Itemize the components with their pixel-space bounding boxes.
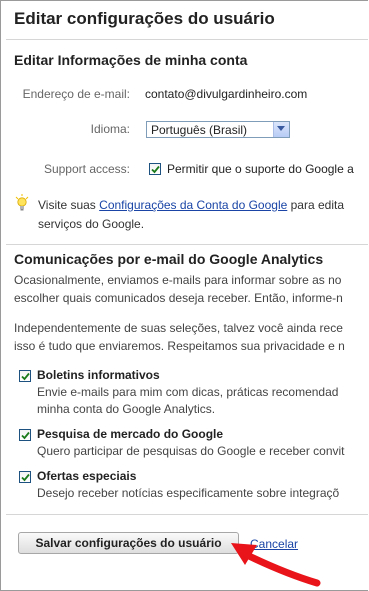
google-account-settings-link[interactable]: Configurações da Conta do Google xyxy=(99,198,287,212)
checkmark-icon xyxy=(21,473,30,482)
checkmark-icon xyxy=(21,372,30,381)
support-access-checkbox[interactable] xyxy=(149,163,161,175)
privacy-paragraph-line-1: Independentemente de suas seleções, talv… xyxy=(14,321,343,335)
newsletter-option-title: Boletins informativos xyxy=(37,368,160,382)
actions-divider xyxy=(6,514,368,515)
email-section-title: Comunicações por e-mail do Google Analyt… xyxy=(14,251,324,267)
newsletter-checkbox[interactable] xyxy=(19,370,31,382)
market-research-checkbox[interactable] xyxy=(19,429,31,441)
red-arrow-icon xyxy=(231,543,321,587)
save-settings-button[interactable]: Salvar configurações do usuário xyxy=(18,532,239,554)
tip-line-2: serviços do Google. xyxy=(38,217,145,231)
checkmark-icon xyxy=(151,165,160,174)
special-offers-desc-line-1: Desejo receber notícias especificamente … xyxy=(37,486,340,500)
email-label: Endereço de e-mail: xyxy=(22,87,130,101)
settings-panel: Editar configurações do usuário Editar I… xyxy=(0,0,368,591)
language-select[interactable]: Português (Brasil) xyxy=(146,121,290,138)
section-divider xyxy=(6,244,368,245)
language-select-value: Português (Brasil) xyxy=(151,123,248,137)
support-label: Support access: xyxy=(43,162,130,176)
page-title: Editar configurações do usuário xyxy=(14,9,275,28)
newsletter-desc-line-2: minha conta do Google Analytics. xyxy=(37,402,216,416)
account-section-title: Editar Informações de minha conta xyxy=(14,52,248,68)
intro-paragraph-line-1: Ocasionalmente, enviamos e-mails para in… xyxy=(14,273,342,287)
tip-prefix: Visite suas xyxy=(38,198,100,212)
tip-line-1: Visite suas Configurações da Conta do Go… xyxy=(38,198,344,212)
checkmark-icon xyxy=(21,431,30,440)
special-offers-option-title: Ofertas especiais xyxy=(37,469,137,483)
special-offers-checkbox[interactable] xyxy=(19,471,31,483)
newsletter-desc-line-1: Envie e-mails para mim com dicas, prátic… xyxy=(37,385,339,399)
language-label: Idioma: xyxy=(90,122,130,136)
tip-suffix: para edita xyxy=(287,198,345,212)
market-research-option-title: Pesquisa de mercado do Google xyxy=(37,427,224,441)
title-divider xyxy=(6,39,368,40)
chevron-down-icon[interactable] xyxy=(273,122,289,137)
market-research-desc-line-1: Quero participar de pesquisas do Google … xyxy=(37,444,345,458)
email-value: contato@divulgardinheiro.com xyxy=(145,87,308,101)
intro-paragraph-line-2: escolher quais comunicados deseja recebe… xyxy=(14,291,343,305)
support-access-text: Permitir que o suporte do Google a xyxy=(167,162,354,176)
privacy-paragraph-line-2: isso é tudo que enviaremos. Respeitamos … xyxy=(14,339,345,353)
lightbulb-icon xyxy=(15,194,29,211)
